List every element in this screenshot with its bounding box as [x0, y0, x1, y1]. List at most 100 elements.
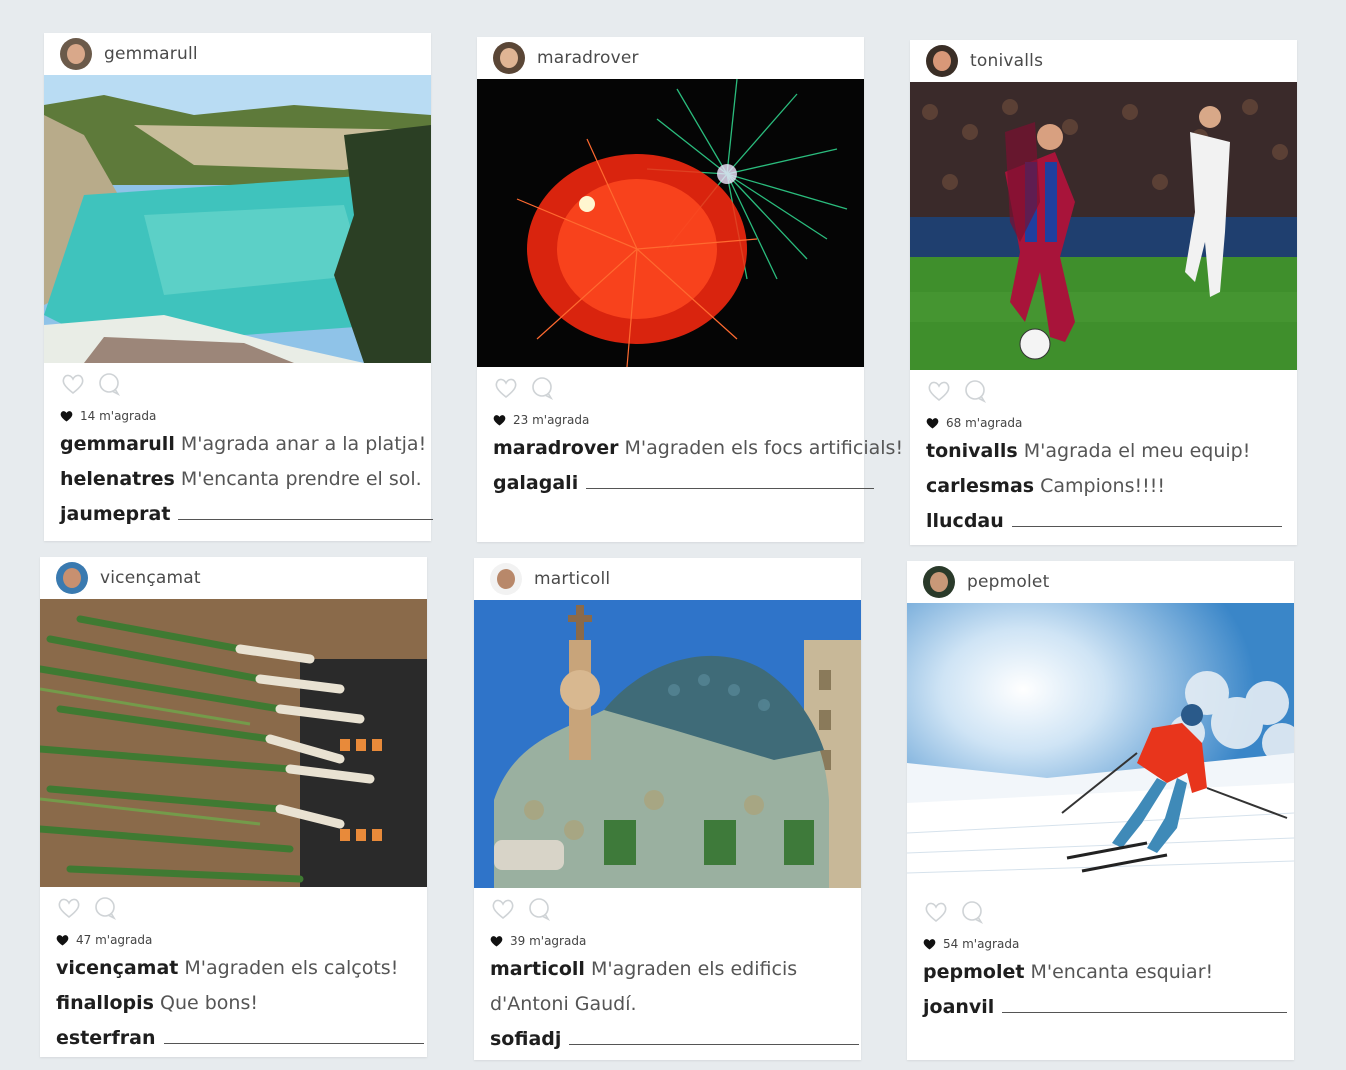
comment: finallopis Que bons!	[56, 990, 413, 1017]
post-actions	[923, 897, 1280, 927]
comment-blank: jaumeprat	[60, 501, 434, 528]
likes-label: 47 m'agrada	[76, 933, 153, 947]
comment-bubble-icon[interactable]	[92, 895, 118, 921]
like-heart-icon[interactable]	[493, 375, 519, 401]
comment-user[interactable]: joanvil	[923, 996, 994, 1018]
comment-bubble-icon[interactable]	[526, 896, 552, 922]
post-username[interactable]: vicençamat	[100, 568, 201, 588]
like-heart-icon[interactable]	[56, 895, 82, 921]
heart-icon	[490, 936, 503, 947]
comment-text: d'Antoni Gaudí.	[490, 993, 637, 1015]
comment-blank: sofiadj	[490, 1026, 860, 1053]
write-in-line[interactable]	[1002, 1012, 1288, 1013]
post-username[interactable]: marticoll	[534, 569, 610, 589]
avatar[interactable]	[493, 42, 525, 74]
post-username[interactable]: tonivalls	[970, 51, 1043, 71]
post-username[interactable]: maradrover	[537, 48, 639, 68]
post-card: maradrover 23 m'agrada maradrover M'agra…	[477, 37, 903, 542]
post-header: maradrover	[477, 37, 864, 79]
likes-label: 68 m'agrada	[946, 416, 1023, 430]
like-heart-icon[interactable]	[490, 896, 516, 922]
comment-user[interactable]: pepmolet	[923, 961, 1024, 983]
avatar[interactable]	[56, 562, 88, 594]
comment: d'Antoni Gaudí.	[490, 991, 847, 1018]
post-photo	[907, 603, 1294, 891]
comment-text: M'agraden els edificis	[590, 958, 798, 980]
post-actions	[926, 376, 1283, 406]
post-header: pepmolet	[907, 561, 1294, 603]
write-in-line[interactable]	[163, 1043, 424, 1044]
comment-user[interactable]: marticoll	[490, 958, 585, 980]
comment-user[interactable]: llucdau	[926, 510, 1004, 532]
like-heart-icon[interactable]	[926, 378, 952, 404]
post-username[interactable]: pepmolet	[967, 572, 1049, 592]
write-in-line[interactable]	[569, 1044, 860, 1045]
comment-user[interactable]: helenatres	[60, 468, 175, 490]
heart-icon	[493, 415, 506, 426]
likes-label: 23 m'agrada	[513, 413, 590, 427]
comment: pepmolet M'encanta esquiar!	[923, 959, 1280, 986]
like-heart-icon[interactable]	[60, 371, 86, 397]
comment-blank: galagali	[493, 470, 875, 497]
comment-text: M'agraden els calçots!	[184, 957, 399, 979]
comment-user[interactable]: gemmarull	[60, 433, 175, 455]
comment-user[interactable]: jaumeprat	[60, 503, 170, 525]
comment-bubble-icon[interactable]	[962, 378, 988, 404]
avatar[interactable]	[926, 45, 958, 77]
like-heart-icon[interactable]	[923, 899, 949, 925]
post-card: marticoll 39 m'agrada marticoll M'agrade…	[474, 558, 861, 1060]
comment-blank: llucdau	[926, 508, 1283, 535]
post-header: tonivalls	[910, 40, 1297, 82]
post-username[interactable]: gemmarull	[104, 44, 198, 64]
comment-user[interactable]: maradrover	[493, 437, 618, 459]
post-header: gemmarull	[44, 33, 431, 75]
likes-count: 68 m'agrada	[926, 416, 1283, 430]
post-actions	[490, 894, 847, 924]
likes-count: 47 m'agrada	[56, 933, 413, 947]
likes-label: 54 m'agrada	[943, 937, 1020, 951]
avatar[interactable]	[923, 566, 955, 598]
post-header: vicençamat	[40, 557, 427, 599]
comment-bubble-icon[interactable]	[529, 375, 555, 401]
comment-user[interactable]: esterfran	[56, 1027, 156, 1049]
comment: marticoll M'agraden els edificis	[490, 956, 847, 983]
post-actions	[56, 893, 413, 923]
comment-text: Que bons!	[159, 992, 258, 1014]
write-in-line[interactable]	[178, 519, 434, 520]
comment-text: M'agrada anar a la platja!	[180, 433, 427, 455]
avatar[interactable]	[60, 38, 92, 70]
comment-user[interactable]: tonivalls	[926, 440, 1018, 462]
post-header: marticoll	[474, 558, 861, 600]
comment-bubble-icon[interactable]	[96, 371, 122, 397]
post-photo	[477, 79, 864, 367]
heart-icon	[923, 939, 936, 950]
avatar[interactable]	[490, 563, 522, 595]
likes-count: 23 m'agrada	[493, 413, 850, 427]
likes-count: 39 m'agrada	[490, 934, 847, 948]
write-in-line[interactable]	[1011, 526, 1282, 527]
comment-text: M'encanta prendre el sol.	[180, 468, 422, 490]
comment-user[interactable]: galagali	[493, 472, 578, 494]
post-photo	[44, 75, 431, 363]
comment: maradrover M'agraden els focs artificial…	[493, 435, 903, 462]
post-photo	[910, 82, 1297, 370]
comment-text: Campions!!!!	[1040, 475, 1165, 497]
post-card: vicençamat 47 m'agrada vicençamat M'agra…	[40, 557, 427, 1057]
comment-bubble-icon[interactable]	[959, 899, 985, 925]
comment: helenatres M'encanta prendre el sol.	[60, 466, 422, 493]
comment-text: M'encanta esquiar!	[1030, 961, 1214, 983]
comment-blank: esterfran	[56, 1025, 424, 1052]
post-photo	[474, 600, 861, 888]
post-card: pepmolet 54 m'agrada pepmolet M'encanta …	[907, 561, 1294, 1060]
post-actions	[493, 373, 850, 403]
likes-count: 14 m'agrada	[60, 409, 417, 423]
likes-count: 54 m'agrada	[923, 937, 1280, 951]
comment-user[interactable]: finallopis	[56, 992, 154, 1014]
comment-user[interactable]: carlesmas	[926, 475, 1034, 497]
heart-icon	[56, 935, 69, 946]
comment-user[interactable]: vicençamat	[56, 957, 178, 979]
write-in-line[interactable]	[586, 488, 875, 489]
post-card: tonivalls 68 m'agrada tonivalls M'agrada…	[910, 40, 1297, 545]
likes-label: 14 m'agrada	[80, 409, 157, 423]
comment-user[interactable]: sofiadj	[490, 1028, 561, 1050]
